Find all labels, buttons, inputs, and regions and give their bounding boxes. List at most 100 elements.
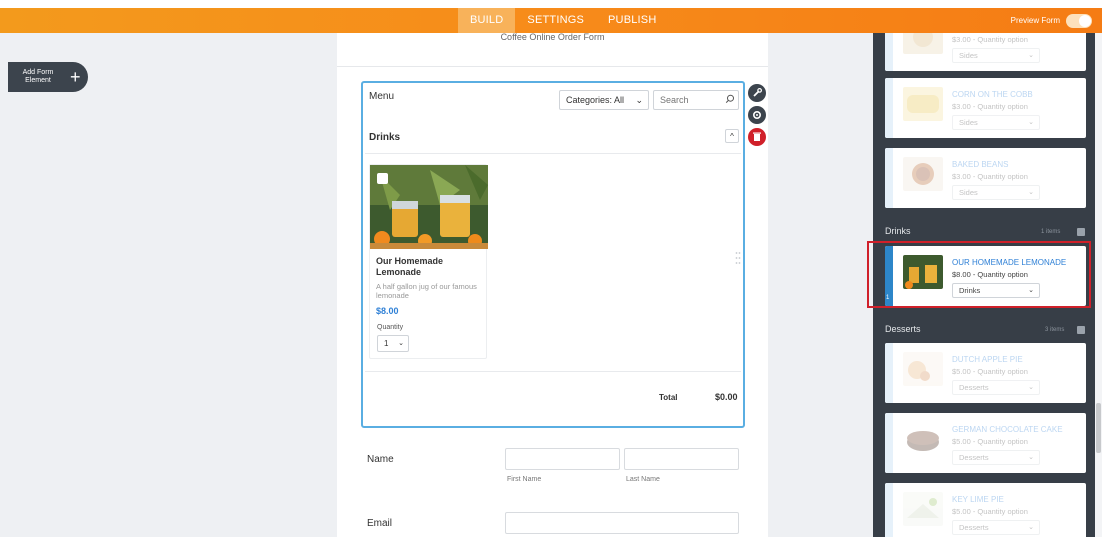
- chevron-down-icon: ⌄: [398, 340, 404, 347]
- name-field-label: Name: [367, 454, 394, 465]
- panel-item-category: Desserts: [959, 523, 989, 532]
- tab-build[interactable]: BUILD: [458, 8, 516, 33]
- panel-item[interactable]: KEY LIME PIE $5.00 - Quantity option Des…: [885, 483, 1086, 537]
- total-label: Total: [659, 393, 678, 402]
- categories-select[interactable]: Categories: All ⌄: [559, 90, 649, 110]
- last-name-input[interactable]: [624, 448, 739, 470]
- item-drag-handle[interactable]: [885, 148, 893, 208]
- item-drag-handle[interactable]: [885, 483, 893, 537]
- email-field-label: Email: [367, 518, 393, 529]
- panel-item[interactable]: GERMAN CHOCOLATE CAKE $5.00 - Quantity o…: [885, 413, 1086, 473]
- panel-item-title: BAKED BEANS: [952, 160, 1009, 169]
- collapse-desserts-icon[interactable]: [1077, 326, 1085, 334]
- quantity-label: Quantity: [377, 324, 404, 331]
- panel-item-category: Sides: [959, 188, 978, 197]
- last-name-sublabel: Last Name: [626, 476, 660, 483]
- item-thumbnail: [903, 33, 943, 54]
- item-drag-handle[interactable]: [885, 343, 893, 403]
- panel-item-category: Sides: [959, 118, 978, 127]
- collapse-section-button[interactable]: ^: [725, 129, 739, 143]
- panel-item-price: $5.00 - Quantity option: [952, 437, 1028, 446]
- item-thumbnail: [903, 352, 943, 386]
- search-icon: [725, 94, 734, 103]
- panel-item-category: Sides: [959, 51, 978, 60]
- chevron-down-icon: ⌄: [1028, 384, 1034, 391]
- panel-item[interactable]: DUTCH APPLE PIE $5.00 - Quantity option …: [885, 343, 1086, 403]
- item-drag-handle[interactable]: [885, 33, 893, 71]
- panel-item-price: $3.00 - Quantity option: [952, 35, 1028, 44]
- preview-form-label: Preview Form: [1010, 16, 1060, 25]
- title-divider: [337, 66, 768, 67]
- panel-item[interactable]: BAKED BEANS $3.00 - Quantity option Side…: [885, 148, 1086, 208]
- drinks-section-heading: Drinks: [885, 226, 911, 236]
- quantity-value: 1: [384, 339, 389, 348]
- toggle-knob: [1079, 14, 1091, 27]
- panel-item-category-select[interactable]: Desserts ⌄: [952, 450, 1040, 465]
- plus-icon: +: [70, 67, 81, 87]
- add-form-element-button[interactable]: Add Form Element +: [8, 62, 88, 92]
- panel-item-price: $5.00 - Quantity option: [952, 367, 1028, 376]
- panel-item[interactable]: CORN ON THE COBB $3.00 - Quantity option…: [885, 78, 1086, 138]
- first-name-input[interactable]: [505, 448, 620, 470]
- chevron-down-icon: ⌄: [1028, 52, 1034, 59]
- drinks-item-count: 1 items: [1041, 229, 1061, 235]
- gear-icon[interactable]: [748, 106, 766, 124]
- menu-item-card[interactable]: Our Homemade Lemonade A half gallon jug …: [369, 164, 488, 359]
- chevron-down-icon: ⌄: [635, 95, 643, 105]
- item-price: $8.00: [376, 306, 399, 316]
- tab-publish[interactable]: PUBLISH: [596, 8, 668, 33]
- total-value: $0.00: [715, 392, 738, 402]
- item-name: Our Homemade Lemonade: [376, 256, 444, 277]
- panel-item-title: GERMAN CHOCOLATE CAKE: [952, 425, 1063, 434]
- item-thumbnail: [903, 87, 943, 121]
- item-thumbnail: [903, 492, 943, 526]
- total-divider: [365, 371, 741, 372]
- selection-highlight-box: [867, 241, 1091, 308]
- main-tabs: BUILD SETTINGS PUBLISH: [458, 8, 669, 33]
- panel-scrollbar[interactable]: [1095, 33, 1102, 537]
- desserts-section-heading: Desserts: [885, 324, 921, 334]
- menu-element[interactable]: Menu Categories: All ⌄ Drinks ^: [361, 81, 745, 428]
- item-thumbnail: [903, 422, 943, 456]
- panel-item-category-select[interactable]: Desserts ⌄: [952, 520, 1040, 535]
- item-drag-handle[interactable]: [885, 78, 893, 138]
- panel-item-title: CORN ON THE COBB: [952, 90, 1033, 99]
- email-input[interactable]: [505, 512, 739, 534]
- preview-form-toggle[interactable]: [1066, 13, 1092, 28]
- trash-icon[interactable]: [748, 128, 766, 146]
- panel-item-category: Desserts: [959, 453, 989, 462]
- panel-item-category-select[interactable]: Sides ⌄: [952, 115, 1040, 130]
- panel-item[interactable]: $3.00 - Quantity option Sides ⌄: [885, 33, 1086, 71]
- item-thumbnail: [903, 157, 943, 191]
- chevron-down-icon: ⌄: [1028, 189, 1034, 196]
- chevron-down-icon: ⌄: [1028, 524, 1034, 531]
- panel-item-title: DUTCH APPLE PIE: [952, 355, 1023, 364]
- section-divider: [365, 153, 741, 154]
- preview-form-control: Preview Form: [1011, 8, 1092, 33]
- desserts-item-count: 3 items: [1045, 327, 1065, 333]
- panel-item-category-select[interactable]: Sides ⌄: [952, 48, 1040, 63]
- panel-item-title: KEY LIME PIE: [952, 495, 1004, 504]
- top-bar: BUILD SETTINGS PUBLISH Preview Form: [0, 8, 1102, 33]
- form-page: Coffee Online Order Form Menu Categories…: [337, 33, 768, 537]
- panel-item-category-select[interactable]: Desserts ⌄: [952, 380, 1040, 395]
- collapse-drinks-icon[interactable]: [1077, 228, 1085, 236]
- drinks-section-title: Drinks: [369, 132, 401, 143]
- panel-item-category: Desserts: [959, 383, 989, 392]
- tab-settings[interactable]: SETTINGS: [515, 8, 596, 33]
- scrollbar-thumb[interactable]: [1096, 403, 1101, 453]
- first-name-sublabel: First Name: [507, 476, 542, 483]
- wrench-icon[interactable]: [748, 84, 766, 102]
- add-form-element-label: Add Form Element: [22, 69, 54, 84]
- panel-item-price: $3.00 - Quantity option: [952, 172, 1028, 181]
- panel-item-category-select[interactable]: Sides ⌄: [952, 185, 1040, 200]
- form-title: Coffee Online Order Form: [500, 32, 605, 42]
- item-drag-handle[interactable]: [885, 413, 893, 473]
- drag-handle-icon[interactable]: [735, 251, 741, 265]
- menu-title: Menu: [369, 91, 395, 102]
- item-description: A half gallon jug of our famous lemonade: [376, 282, 477, 300]
- chevron-down-icon: ⌄: [1028, 119, 1034, 126]
- item-checkbox[interactable]: [377, 173, 388, 184]
- panel-item-price: $5.00 - Quantity option: [952, 507, 1028, 516]
- quantity-select[interactable]: 1 ⌄: [377, 335, 409, 352]
